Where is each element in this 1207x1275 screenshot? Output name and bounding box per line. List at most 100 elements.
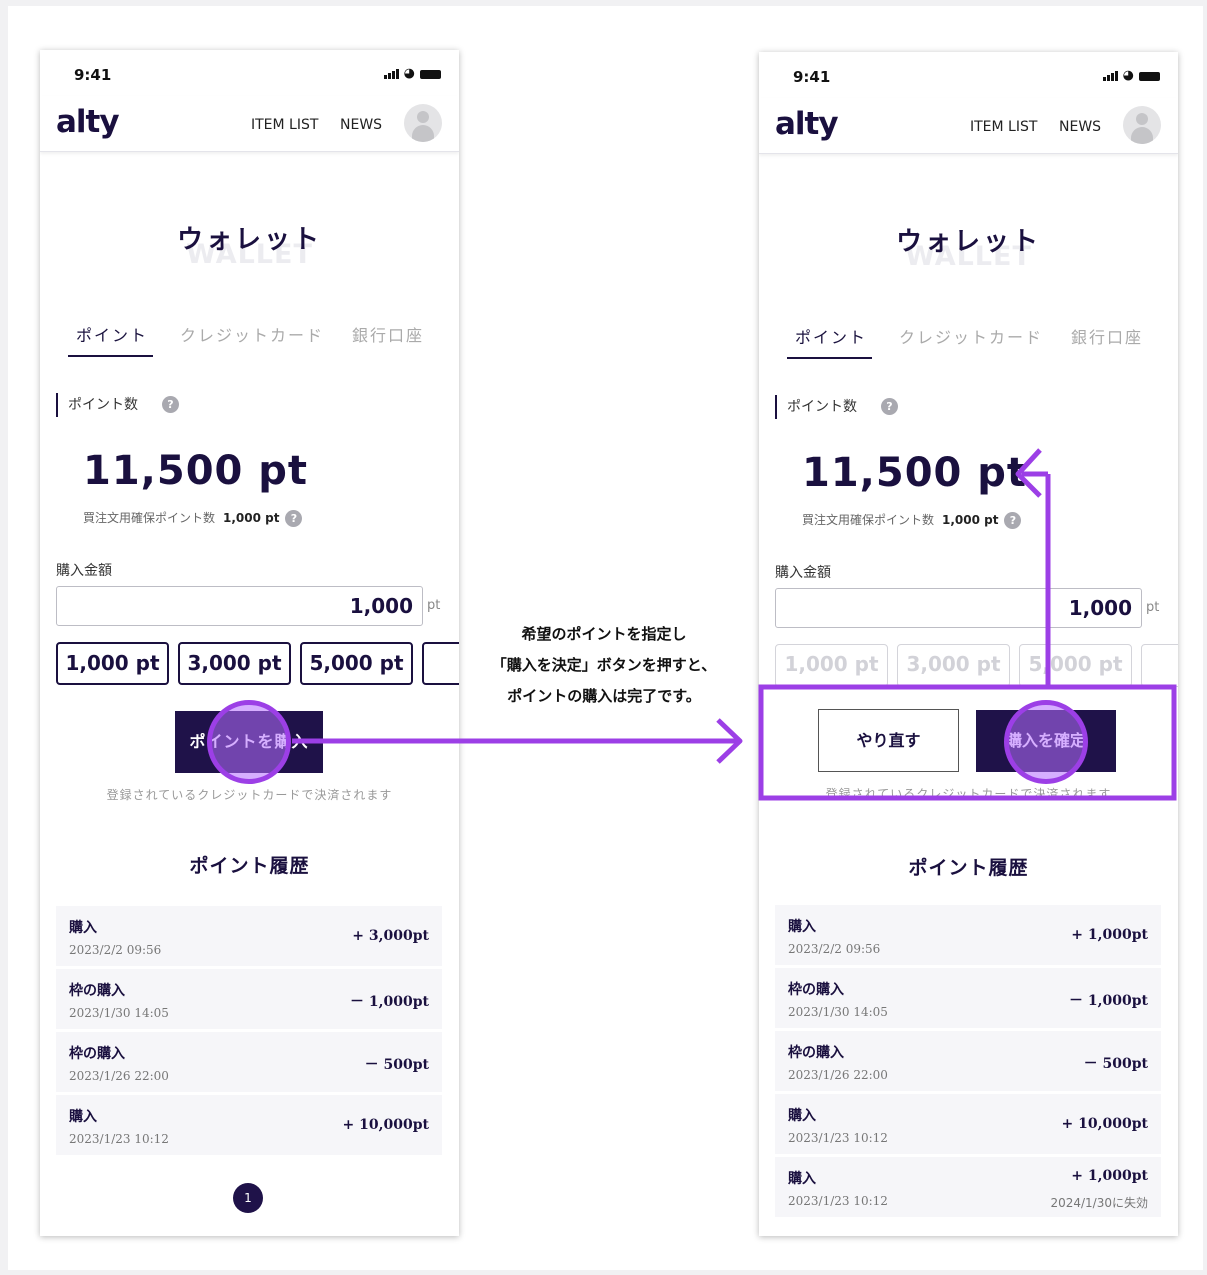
alty-logo[interactable]: alty: [775, 106, 839, 142]
wallet-tabs: ポイント クレジットカード 銀行口座: [759, 320, 1178, 360]
nav-news[interactable]: NEWS: [340, 117, 382, 133]
help-icon[interactable]: ?: [881, 398, 898, 415]
history-type: 枠の購入: [788, 1045, 844, 1061]
battery-icon: [420, 70, 441, 79]
purchase-amount-label: 購入金額: [775, 565, 831, 581]
preset-10000-button: 10: [1141, 644, 1178, 687]
history-type: 購入: [69, 920, 97, 936]
app-header: alty ITEM LIST NEWS: [40, 96, 459, 152]
history-row: 購入 2023/1/23 10:12 + 10,000pt: [56, 1095, 442, 1155]
status-icons: ◕: [383, 66, 441, 81]
avatar-icon[interactable]: [1123, 106, 1161, 144]
active-tab-indicator: [787, 357, 872, 359]
amount-unit: pt: [1146, 600, 1160, 615]
history-expiry: 2024/1/30に失効: [1050, 1196, 1148, 1210]
status-bar: 9:41 ◕: [40, 50, 459, 96]
tab-credit-card[interactable]: クレジットカード: [899, 324, 1043, 348]
status-bar: 9:41 ◕: [759, 52, 1178, 98]
reserved-points-label: 買注文用確保ポイント数: [83, 511, 216, 525]
payment-note: 登録されているクレジットカードで決済されます: [825, 787, 1112, 801]
reserved-points-label: 買注文用確保ポイント数: [802, 513, 935, 527]
battery-icon: [1139, 72, 1160, 81]
tab-points[interactable]: ポイント: [795, 324, 867, 348]
history-amount: + 10,000pt: [342, 1117, 429, 1133]
page-title-block: WALLET ウォレット: [759, 217, 1178, 277]
history-date: 2023/1/23 10:12: [69, 1132, 169, 1146]
history-amount: － 1,000pt: [1069, 993, 1148, 1009]
help-icon[interactable]: ?: [285, 510, 303, 527]
amount-unit: pt: [427, 598, 441, 613]
history-row: 枠の購入 2023/1/26 22:00 － 500pt: [775, 1031, 1161, 1091]
redo-button[interactable]: やり直す: [818, 709, 959, 772]
history-amount: + 1,000pt: [1071, 927, 1148, 943]
nav-item-list[interactable]: ITEM LIST: [251, 117, 318, 133]
nav-item-list[interactable]: ITEM LIST: [970, 119, 1037, 135]
tab-bank-account[interactable]: 銀行口座: [352, 322, 424, 346]
history-type: 購入: [788, 1171, 816, 1187]
alty-logo[interactable]: alty: [56, 104, 120, 140]
history-date: 2023/1/23 10:12: [788, 1194, 888, 1208]
history-type: 購入: [788, 1108, 816, 1124]
app-header: alty ITEM LIST NEWS: [759, 98, 1178, 154]
history-type: 枠の購入: [69, 983, 125, 999]
points-label-text: ポイント数: [787, 399, 857, 415]
avatar-icon[interactable]: [404, 104, 442, 142]
page-title: ウォレット: [895, 227, 1041, 257]
purchase-amount-input[interactable]: 1,000: [775, 588, 1142, 628]
history-date: 2023/2/2 09:56: [69, 943, 162, 957]
preset-3000-button[interactable]: 3,000 pt: [178, 642, 291, 685]
reserved-points: 買注文用確保ポイント数 1,000 pt?: [802, 511, 1022, 529]
help-icon[interactable]: ?: [162, 396, 179, 413]
help-icon[interactable]: ?: [1004, 512, 1022, 529]
history-list: 購入 2023/2/2 09:56 + 3,000pt 枠の購入 2023/1/…: [56, 906, 442, 1158]
points-balance: 11,500 pt: [802, 450, 1028, 496]
history-date: 2023/2/2 09:56: [788, 942, 881, 956]
tab-points[interactable]: ポイント: [76, 322, 148, 346]
preset-10000-button[interactable]: 10: [422, 642, 459, 685]
points-label-text: ポイント数: [68, 397, 138, 413]
preset-1000-button: 1,000 pt: [775, 644, 888, 687]
history-title: ポイント履歴: [189, 855, 310, 877]
preset-3000-button: 3,000 pt: [897, 644, 1010, 687]
reserved-points: 買注文用確保ポイント数 1,000 pt?: [83, 509, 303, 527]
history-type: 枠の購入: [788, 982, 844, 998]
history-amount: － 500pt: [1083, 1056, 1148, 1072]
reserved-points-value: 1,000 pt: [942, 513, 999, 527]
wifi-icon: ◕: [403, 66, 415, 81]
preset-5000-button[interactable]: 5,000 pt: [300, 642, 413, 685]
purchase-amount-input[interactable]: 1,000: [56, 586, 423, 626]
history-amount: + 3,000pt: [352, 928, 429, 944]
preset-1000-button[interactable]: 1,000 pt: [56, 642, 169, 685]
page-title: ウォレット: [176, 225, 322, 255]
instruction-text: 希望のポイントを指定し 「購入を決定」ボタンを押すと、 ポイントの購入は完了です…: [473, 619, 735, 712]
history-date: 2023/1/26 22:00: [788, 1068, 888, 1082]
tap-indicator: [207, 700, 291, 784]
preset-amounts: 1,000 pt 3,000 pt 5,000 pt 10: [56, 642, 459, 686]
active-tab-indicator: [68, 355, 153, 357]
instruction-line-2: 「購入を決定」ボタンを押すと、: [491, 656, 717, 674]
history-date: 2023/1/26 22:00: [69, 1069, 169, 1083]
history-amount: + 1,000pt: [1071, 1168, 1148, 1184]
tab-credit-card[interactable]: クレジットカード: [180, 322, 324, 346]
history-row: 購入 2023/2/2 09:56 + 1,000pt: [775, 905, 1161, 965]
phone-screen-before: 9:41 ◕ alty ITEM LIST NEWS WALLET ウォレット …: [40, 50, 459, 1236]
wallet-tabs: ポイント クレジットカード 銀行口座: [40, 318, 459, 358]
instruction-line-1: 希望のポイントを指定し: [521, 625, 687, 643]
history-type: 購入: [788, 919, 816, 935]
page-title-block: WALLET ウォレット: [40, 215, 459, 275]
wifi-icon: ◕: [1122, 68, 1134, 83]
pagination-page-1[interactable]: 1: [233, 1183, 263, 1213]
history-date: 2023/1/30 14:05: [69, 1006, 169, 1020]
nav-news[interactable]: NEWS: [1059, 119, 1101, 135]
preset-amounts: 1,000 pt 3,000 pt 5,000 pt 10: [775, 644, 1178, 688]
tab-bank-account[interactable]: 銀行口座: [1071, 324, 1143, 348]
points-balance: 11,500 pt: [83, 448, 309, 494]
history-list: 購入 2023/2/2 09:56 + 1,000pt 枠の購入 2023/1/…: [775, 905, 1161, 1220]
status-icons: ◕: [1102, 68, 1160, 83]
tap-indicator: [1004, 700, 1088, 784]
purchase-amount-label: 購入金額: [56, 563, 112, 579]
payment-note: 登録されているクレジットカードで決済されます: [106, 788, 393, 802]
history-type: 枠の購入: [69, 1046, 125, 1062]
phone-screen-after: 9:41 ◕ alty ITEM LIST NEWS WALLET ウォレット …: [759, 52, 1178, 1236]
history-row: 購入 2023/1/23 10:12 + 10,000pt: [775, 1094, 1161, 1154]
